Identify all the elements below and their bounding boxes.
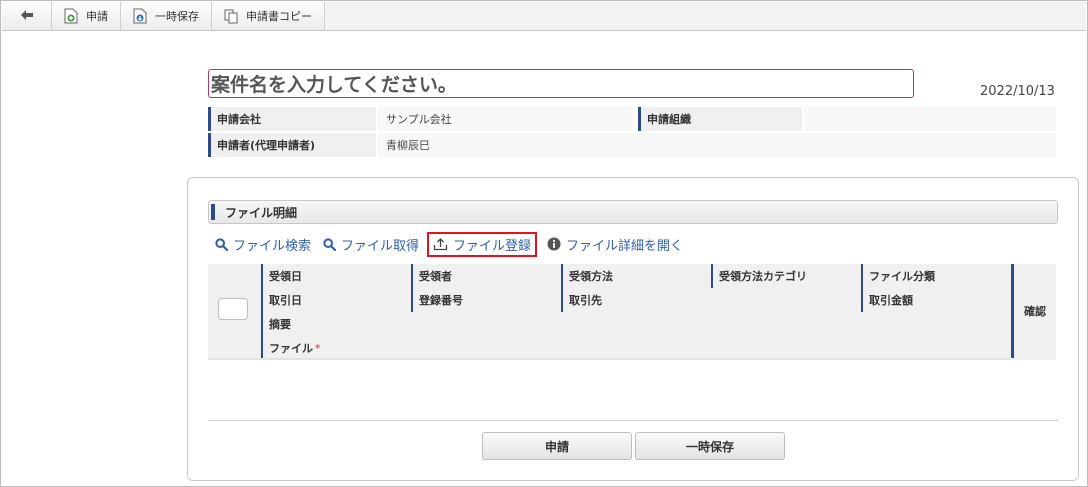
app-frame: 申請 一時保存 申請書コピー 案件名を入力してください。 2022/10/13 … xyxy=(0,0,1088,487)
grid-bottom-border xyxy=(208,358,1010,360)
footer-divider xyxy=(208,420,1058,421)
required-mark: * xyxy=(315,341,321,355)
file-detail-label: ファイル詳細を開く xyxy=(566,238,684,254)
info-icon xyxy=(547,237,561,251)
file-actions: ファイル検索 ファイル取得 ファイル登録 ファイル詳細を開く xyxy=(215,231,695,257)
section-accent-bar xyxy=(211,204,215,220)
copy-toolbar-label: 申請書コピー xyxy=(246,10,312,23)
apply-button[interactable]: 申請 xyxy=(482,432,632,460)
col-file-class[interactable]: ファイル分類 xyxy=(861,264,935,288)
document-save-icon xyxy=(133,8,147,24)
file-detail-grid: 受領日 受領者 受領方法 受領方法カテゴリ ファイル分類 取引日 登録番号 取引… xyxy=(208,264,1056,360)
section-title: ファイル明細 xyxy=(225,205,298,220)
col-trade-date[interactable]: 取引日 xyxy=(261,288,302,312)
file-detail-panel: ファイル明細 ファイル検索 ファイル取得 ファイル登録 ファイル詳細を開く 受領… xyxy=(187,177,1079,481)
col-receive-method[interactable]: 受領方法 xyxy=(561,264,613,288)
subject-placeholder: 案件名を入力してください。 xyxy=(211,74,457,96)
col-registration-number-label: 登録番号 xyxy=(419,294,463,307)
col-receive-method-category-label: 受領方法カテゴリ xyxy=(719,270,807,283)
col-amount[interactable]: 取引金額 xyxy=(861,288,913,312)
file-fetch-link[interactable]: ファイル取得 xyxy=(323,235,419,254)
company-label: 申請会社 xyxy=(208,107,376,131)
col-file-class-label: ファイル分類 xyxy=(869,270,935,283)
col-file-label: ファイル xyxy=(269,342,313,355)
apply-toolbar-button[interactable]: 申請 xyxy=(52,2,121,30)
organization-label: 申請組織 xyxy=(638,107,802,131)
col-summary-label: 摘要 xyxy=(269,318,291,331)
subject-input[interactable]: 案件名を入力してください。 xyxy=(208,69,914,98)
application-info: 申請会社 サンプル会社 申請組織 申請者(代理申請者) 青柳辰巳 xyxy=(208,107,1056,159)
back-button[interactable] xyxy=(2,2,52,30)
document-add-icon xyxy=(64,8,78,24)
col-registration-number[interactable]: 登録番号 xyxy=(411,288,463,312)
select-all-checkbox[interactable] xyxy=(218,298,248,320)
copy-toolbar-button[interactable]: 申請書コピー xyxy=(212,2,325,30)
col-partner[interactable]: 取引先 xyxy=(561,288,602,312)
file-search-label: ファイル検索 xyxy=(233,238,312,254)
info-row-company: 申請会社 サンプル会社 申請組織 xyxy=(208,107,1056,131)
applicant-value: 青柳辰巳 xyxy=(378,133,1056,157)
temp-save-button[interactable]: 一時保存 xyxy=(635,432,785,460)
copy-icon xyxy=(224,9,238,24)
col-received-date[interactable]: 受領日 xyxy=(261,264,302,288)
application-date: 2022/10/13 xyxy=(980,84,1055,99)
col-file[interactable]: ファイル * xyxy=(261,336,321,360)
col-receiver-label: 受領者 xyxy=(419,270,452,283)
col-partner-label: 取引先 xyxy=(569,294,602,307)
search-icon xyxy=(323,237,337,251)
col-amount-label: 取引金額 xyxy=(869,294,913,307)
col-receive-method-category[interactable]: 受領方法カテゴリ xyxy=(711,264,807,288)
upload-icon xyxy=(433,237,448,251)
back-arrow-icon xyxy=(20,9,34,24)
file-register-link[interactable]: ファイル登録 xyxy=(427,231,538,257)
file-fetch-label: ファイル取得 xyxy=(341,238,420,254)
file-register-label: ファイル登録 xyxy=(453,238,532,254)
col-received-date-label: 受領日 xyxy=(269,270,302,283)
col-receiver[interactable]: 受領者 xyxy=(411,264,452,288)
col-trade-date-label: 取引日 xyxy=(269,294,302,307)
applicant-label: 申請者(代理申請者) xyxy=(208,133,376,157)
col-confirm-label: 確認 xyxy=(1024,305,1046,318)
col-confirm[interactable]: 確認 xyxy=(1011,264,1056,358)
temp-save-toolbar-label: 一時保存 xyxy=(155,10,199,23)
info-row-applicant: 申請者(代理申請者) 青柳辰巳 xyxy=(208,133,1056,157)
search-icon xyxy=(215,237,228,251)
apply-toolbar-label: 申請 xyxy=(86,10,108,23)
toolbar: 申請 一時保存 申請書コピー xyxy=(2,2,1086,31)
file-detail-section-header[interactable]: ファイル明細 xyxy=(208,200,1058,224)
temp-save-toolbar-button[interactable]: 一時保存 xyxy=(121,2,212,30)
col-receive-method-label: 受領方法 xyxy=(569,270,613,283)
col-summary[interactable]: 摘要 xyxy=(261,312,291,336)
organization-value xyxy=(804,107,1056,131)
company-value: サンプル会社 xyxy=(378,107,632,131)
file-detail-link[interactable]: ファイル詳細を開く xyxy=(547,235,683,254)
file-search-link[interactable]: ファイル検索 xyxy=(215,235,311,254)
